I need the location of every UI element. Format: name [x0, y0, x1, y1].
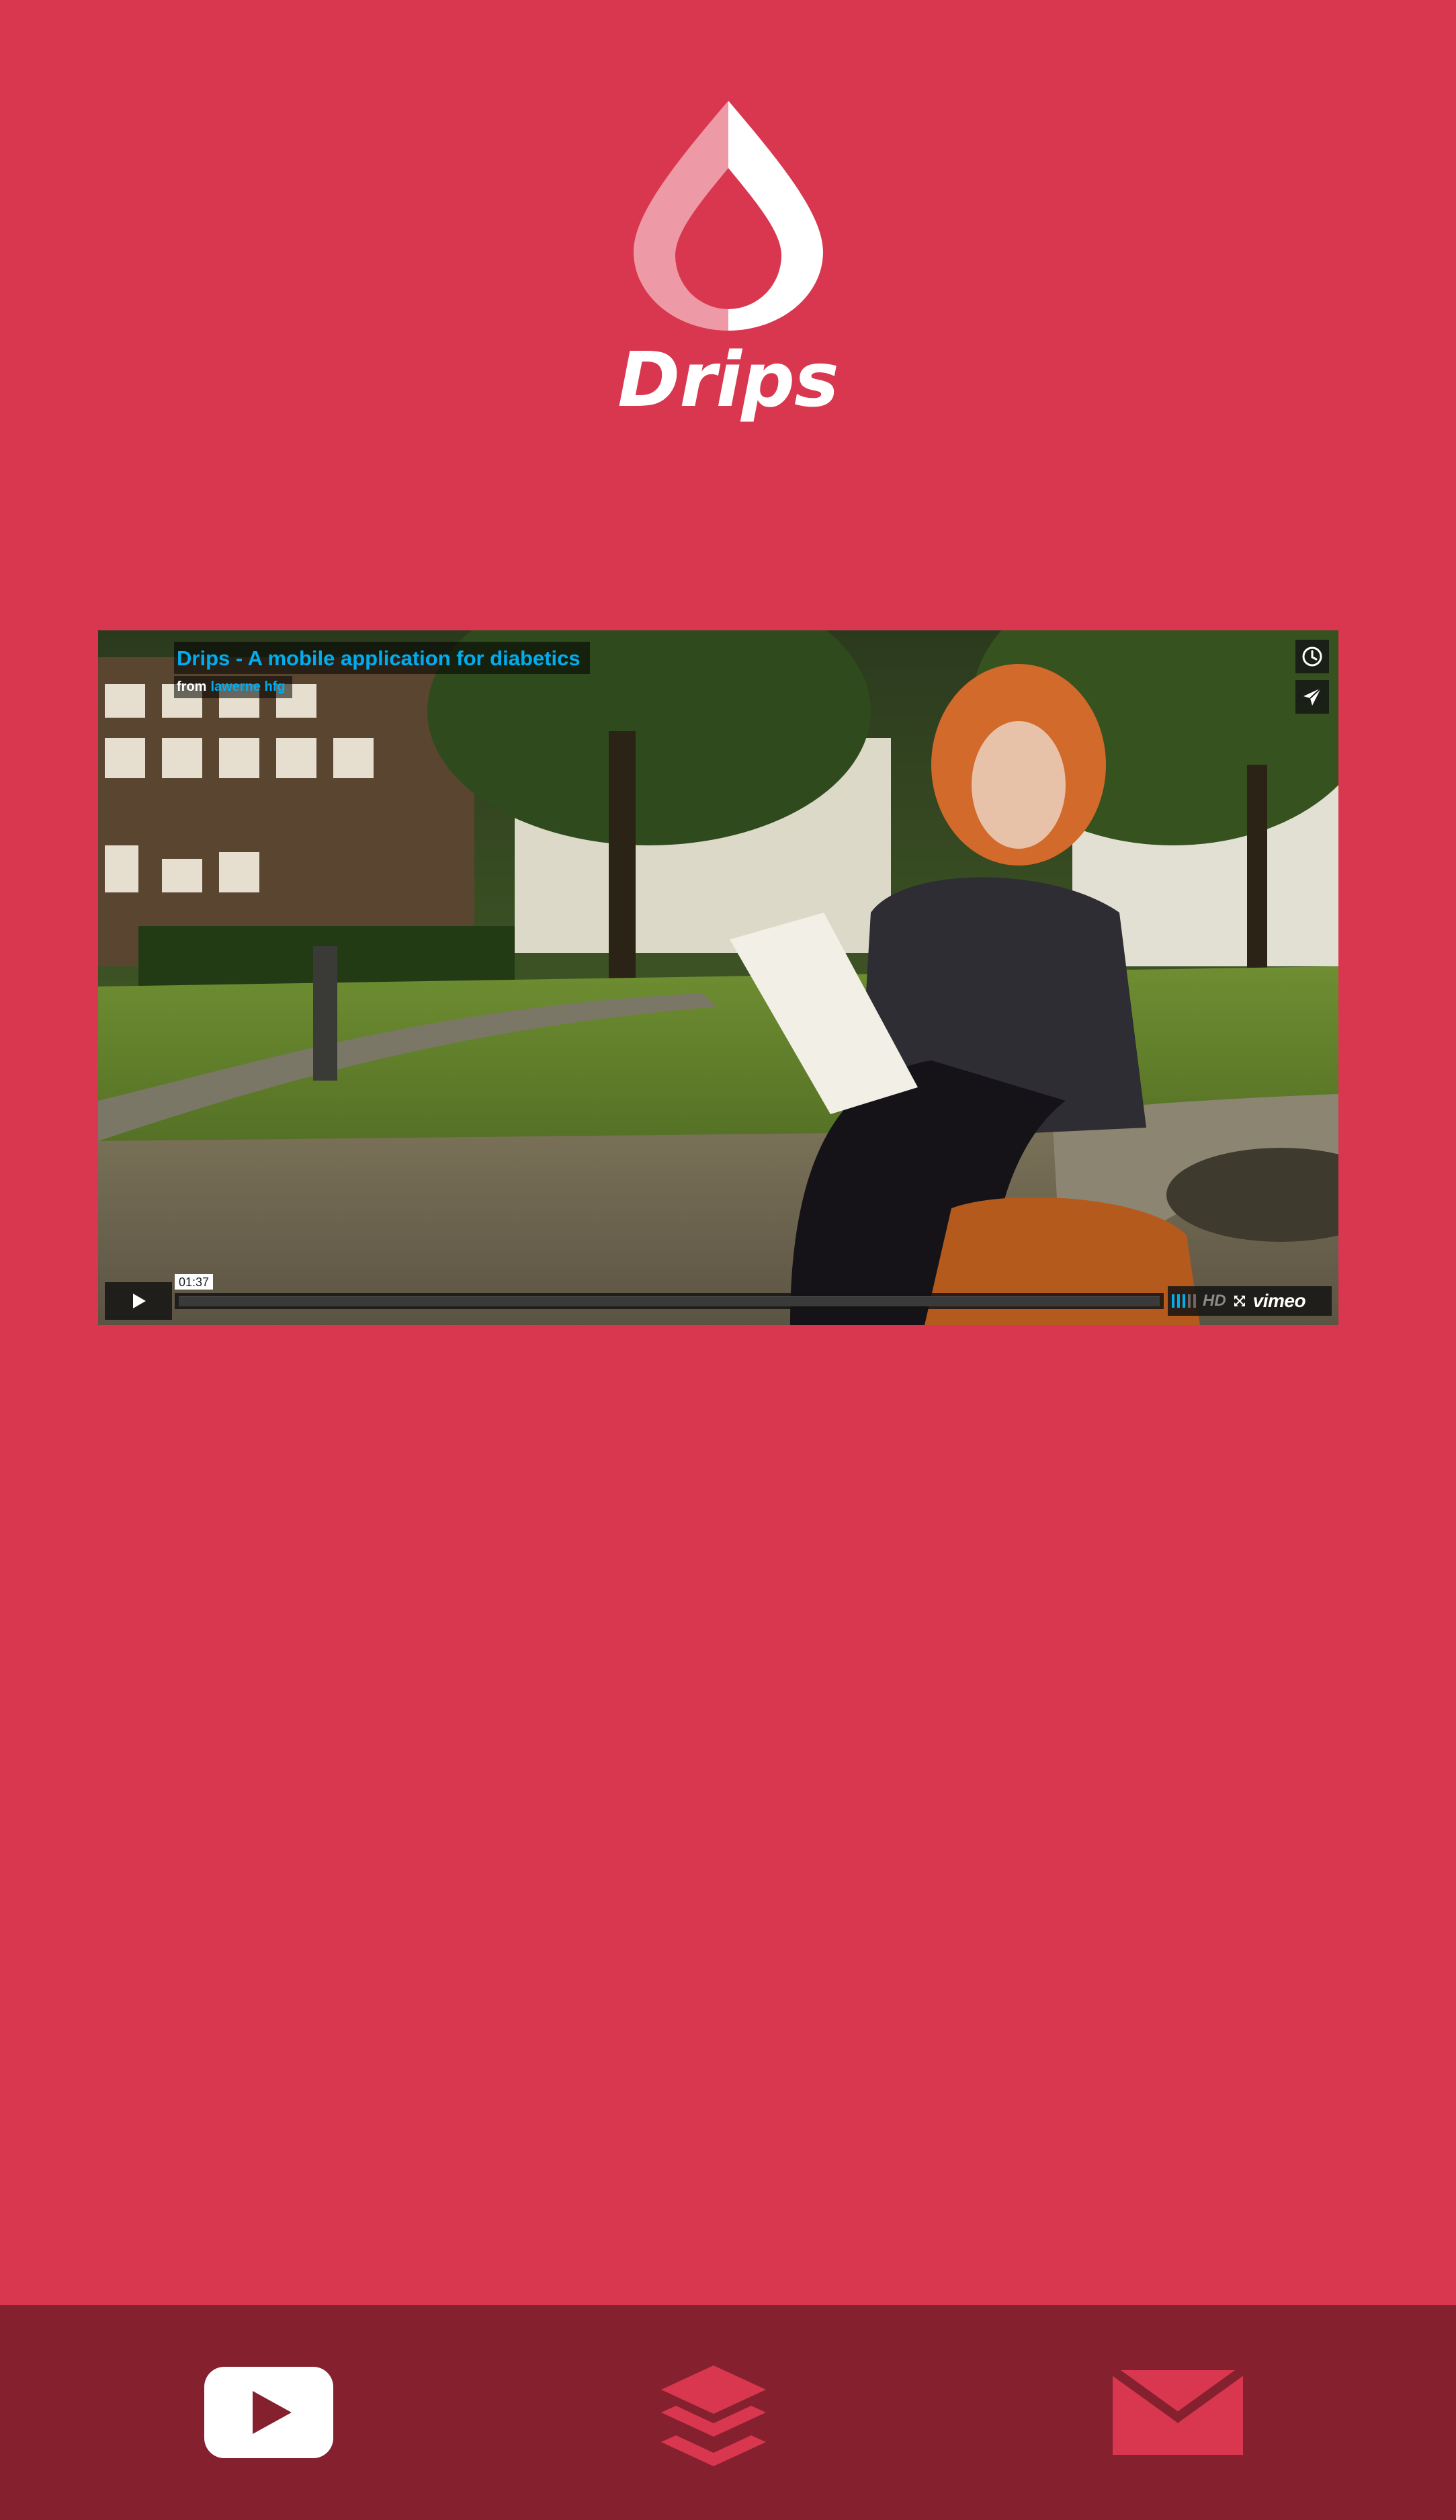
fullscreen-icon — [1234, 1296, 1245, 1306]
volume-control[interactable] — [1172, 1294, 1196, 1308]
youtube-icon — [204, 2367, 333, 2458]
play-icon — [133, 1294, 146, 1308]
nav-layers-button[interactable] — [646, 2305, 781, 2520]
hd-toggle[interactable]: HD — [1203, 1292, 1226, 1310]
video-thumbnail — [98, 630, 1338, 1325]
layers-icon — [661, 2365, 766, 2466]
play-button[interactable] — [105, 1282, 172, 1320]
nav-video-button[interactable] — [202, 2305, 336, 2520]
video-author-link[interactable]: lawerne hfg — [210, 679, 285, 694]
video-byline: from lawerne hfg — [174, 676, 292, 698]
volume-bar — [1188, 1294, 1191, 1308]
vimeo-logo[interactable]: vimeo — [1253, 1290, 1306, 1312]
byline-prefix: from — [177, 679, 207, 694]
brand-wordmark: Drips — [617, 337, 839, 424]
clock-icon — [1302, 646, 1322, 667]
player-controls: 01:37 HD vimeo — [105, 1274, 1332, 1320]
paper-plane-icon — [1303, 687, 1322, 706]
mail-icon — [1113, 2370, 1243, 2455]
brand-logo: Drips — [0, 101, 1456, 418]
fullscreen-button[interactable] — [1233, 1294, 1246, 1308]
video-title[interactable]: Drips - A mobile application for diabeti… — [174, 642, 590, 675]
progress-track[interactable] — [179, 1296, 1160, 1306]
volume-bar — [1172, 1294, 1174, 1308]
volume-bar — [1177, 1294, 1180, 1308]
progress-bar[interactable] — [175, 1293, 1164, 1309]
bottom-nav — [0, 2305, 1456, 2520]
volume-bar — [1183, 1294, 1185, 1308]
watch-later-button[interactable] — [1295, 640, 1329, 673]
volume-bar — [1193, 1294, 1196, 1308]
video-player[interactable]: Drips - A mobile application for diabeti… — [98, 630, 1338, 1325]
share-button[interactable] — [1295, 680, 1329, 714]
nav-mail-button[interactable] — [1111, 2305, 1245, 2520]
drop-logo-icon — [633, 101, 823, 331]
timecode: 01:37 — [175, 1274, 214, 1290]
player-right-controls: HD vimeo — [1168, 1286, 1332, 1316]
